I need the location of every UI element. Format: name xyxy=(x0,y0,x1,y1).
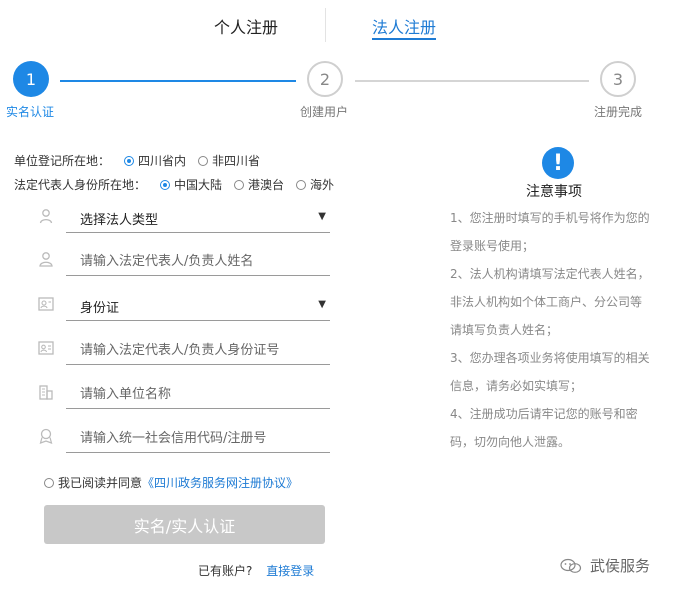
login-link[interactable]: 直接登录 xyxy=(266,564,314,578)
building-icon xyxy=(39,385,53,400)
agreement-radio[interactable] xyxy=(44,477,54,488)
chevron-down-icon: ▼ xyxy=(318,211,326,222)
radio-label: 海外 xyxy=(310,178,335,192)
legal-type-field[interactable]: 选择法人类型 ▼ xyxy=(38,205,330,235)
radio-dot xyxy=(296,179,307,190)
agreement-link[interactable]: 《四川政务服务网注册协议》 xyxy=(142,474,298,491)
id-type-value: 身份证 xyxy=(80,301,120,316)
location-option-sichuan[interactable]: 四川省内 xyxy=(124,152,186,169)
step-line-1 xyxy=(60,80,296,82)
login-prompt: 已有账户? xyxy=(198,564,253,578)
credit-code-field xyxy=(38,425,330,455)
identity-option-mainland[interactable]: 中国大陆 xyxy=(160,176,222,193)
legal-type-value: 选择法人类型 xyxy=(80,213,159,228)
login-row: 已有账户? 直接登录 xyxy=(198,562,314,579)
notice-line: 3、您办理各项业务将使用填写的相关 xyxy=(450,351,650,365)
verify-button[interactable]: 实名/实人认证 xyxy=(44,505,325,544)
step-3-circle: 3 xyxy=(600,61,636,97)
notice-line: 2、法人机构请填写法定代表人姓名， xyxy=(450,267,650,281)
user-icon xyxy=(39,252,53,267)
tab-personal[interactable]: 个人注册 xyxy=(214,14,278,38)
identity-option-overseas[interactable]: 海外 xyxy=(296,176,334,193)
credit-code-input[interactable] xyxy=(66,425,330,453)
location-label: 单位登记所在地： xyxy=(14,154,111,168)
unit-name-input[interactable] xyxy=(66,381,330,409)
agreement-row[interactable]: 我已阅读并同意 《四川政务服务网注册协议》 xyxy=(44,474,298,491)
identity-option-hmt[interactable]: 港澳台 xyxy=(234,176,284,193)
notice-line: 非法人机构如个体工商户、分公司等 xyxy=(450,295,643,309)
wechat-icon xyxy=(560,558,582,573)
id-type-field[interactable]: 身份证 ▼ xyxy=(38,293,330,323)
id-card-icon xyxy=(38,341,54,355)
person-outline-icon xyxy=(39,209,53,224)
step-2-label: 创建用户 xyxy=(300,105,349,119)
radio-label: 港澳台 xyxy=(248,178,285,192)
badge-icon xyxy=(39,428,53,444)
tab-active-underline xyxy=(372,38,436,40)
notice-text: 1、您注册时填写的手机号将作为您的 登录账号使用； 2、法人机构请填写法定代表人… xyxy=(450,204,666,456)
info-icon: ! xyxy=(542,147,574,179)
location-option-non-sichuan[interactable]: 非四川省 xyxy=(198,152,260,169)
id-number-input[interactable] xyxy=(66,337,330,365)
step-3-label: 注册完成 xyxy=(594,105,643,119)
step-2-circle: 2 xyxy=(307,61,343,97)
notice-line: 1、您注册时填写的手机号将作为您的 xyxy=(450,211,650,225)
location-row: 单位登记所在地： 四川省内 非四川省 xyxy=(14,152,272,169)
radio-label: 中国大陆 xyxy=(174,178,223,192)
name-field xyxy=(38,248,330,278)
step-1-label: 实名认证 xyxy=(6,105,55,119)
identity-location-label: 法定代表人身份所在地： xyxy=(14,178,147,192)
step-1-circle: 1 xyxy=(13,61,49,97)
notice-title: 注意事项 xyxy=(526,184,582,200)
watermark-text: 武侯服务 xyxy=(590,557,651,575)
id-card-icon xyxy=(38,297,54,311)
radio-dot xyxy=(160,179,171,190)
notice-line: 请填写负责人姓名； xyxy=(450,323,559,337)
identity-location-row: 法定代表人身份所在地： 中国大陆 港澳台 海外 xyxy=(14,176,346,193)
chevron-down-icon: ▼ xyxy=(318,299,326,310)
notice-line: 4、注册成功后请牢记您的账号和密 xyxy=(450,407,638,421)
radio-label: 非四川省 xyxy=(212,154,261,168)
tab-divider xyxy=(325,8,326,42)
agreement-prefix: 我已阅读并同意 xyxy=(58,476,143,490)
notice-line: 登录账号使用； xyxy=(450,239,535,253)
watermark: 武侯服务 xyxy=(560,555,650,576)
radio-dot xyxy=(124,155,135,166)
notice-line: 信息，请务必如实填写； xyxy=(450,379,583,393)
step-line-2 xyxy=(355,80,589,82)
id-number-field xyxy=(38,337,330,367)
tab-legal[interactable]: 法人注册 xyxy=(372,14,436,38)
radio-label: 四川省内 xyxy=(138,154,187,168)
radio-dot xyxy=(198,155,209,166)
notice-line: 码，切勿向他人泄露。 xyxy=(450,435,571,449)
unit-name-field xyxy=(38,381,330,411)
radio-dot xyxy=(234,179,245,190)
name-input[interactable] xyxy=(66,248,330,276)
